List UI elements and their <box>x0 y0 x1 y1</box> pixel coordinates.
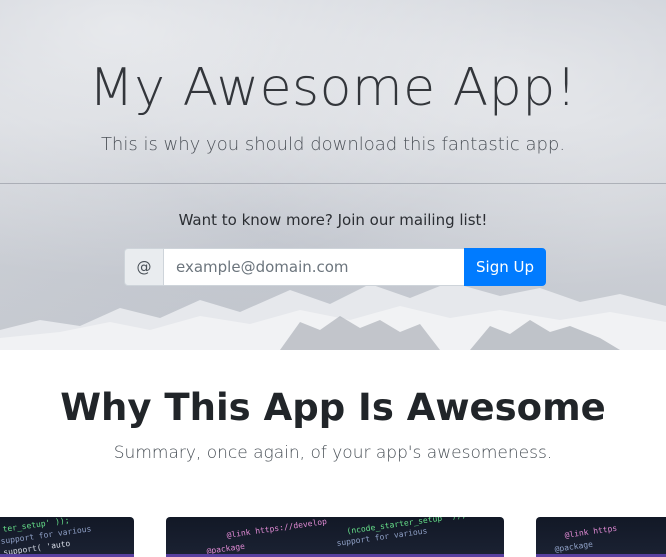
mailing-list-label: Want to know more? Join our mailing list… <box>178 211 488 229</box>
signup-form: @ Sign Up <box>124 248 546 286</box>
features-subtitle: Summary, once again, of your app's aweso… <box>113 443 553 463</box>
hero-divider <box>0 183 666 184</box>
feature-card-image: @link https://develop (ncode_starter_set… <box>166 517 504 557</box>
code-decoration: @link https://develop <box>226 517 328 540</box>
hero-subtitle: This is why you should download this fan… <box>100 134 566 155</box>
email-input[interactable] <box>164 248 464 286</box>
features-title: Why This App Is Awesome <box>60 386 606 429</box>
code-decoration: @package <box>554 539 594 554</box>
code-decoration: @link https <box>564 523 618 540</box>
hero-section: My Awesome App! This is why you should d… <box>0 0 666 350</box>
hero-title: My Awesome App! <box>88 58 578 118</box>
feature-card-image: ter_setup' )); support for various _supp… <box>0 517 134 557</box>
feature-card-image: @link https @package <box>536 517 666 557</box>
signup-button[interactable]: Sign Up <box>464 248 546 286</box>
at-addon: @ <box>124 248 164 286</box>
